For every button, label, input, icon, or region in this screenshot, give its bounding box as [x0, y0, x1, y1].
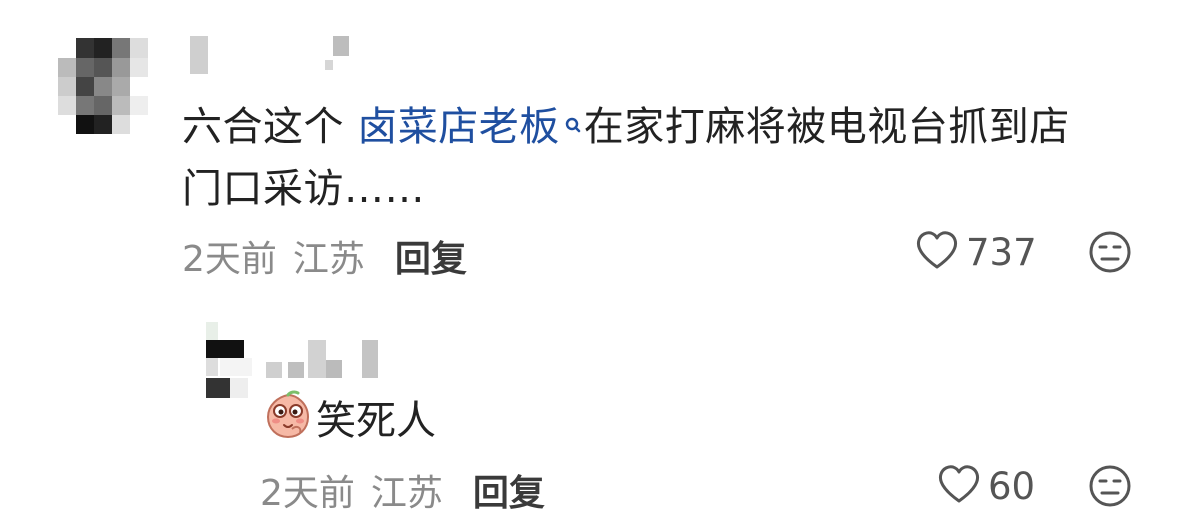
reply-username[interactable]	[264, 338, 384, 382]
reply-content: 笑死人	[262, 388, 436, 446]
heart-outline-icon[interactable]	[936, 463, 982, 509]
reply-meta: 2天前 江苏 回复	[260, 464, 545, 516]
reply-dislike-button[interactable]	[1088, 464, 1132, 512]
comment-dislike-button[interactable]	[1088, 230, 1132, 278]
peach-laughing-sticker	[262, 389, 314, 445]
reply-time: 2天前	[260, 473, 355, 514]
meh-face-icon[interactable]	[1088, 465, 1132, 512]
reply-avatar[interactable]	[206, 322, 252, 400]
comment-location: 江苏	[292, 239, 365, 280]
search-icon[interactable]	[564, 96, 582, 158]
search-tag-label[interactable]: 卤菜店老板	[357, 104, 560, 150]
comment-time: 2天前	[182, 239, 277, 280]
reply-like-button[interactable]: 60	[936, 462, 1035, 510]
comment-username[interactable]	[190, 36, 370, 76]
comment-like-count: 737	[966, 230, 1037, 274]
reply-like-count: 60	[988, 464, 1036, 508]
comment-reply-button[interactable]: 回复	[395, 230, 467, 282]
comment-like-button[interactable]: 737	[914, 228, 1037, 276]
comment-text: 六合这个 卤菜店老板 在家打麻将被电视台抓到店门口采访……	[182, 96, 1172, 220]
reply-reply-button[interactable]: 回复	[473, 464, 545, 516]
comment-text-part2: 在家打麻将被电视台抓到店	[583, 104, 1070, 150]
comment-avatar[interactable]	[58, 38, 150, 134]
comment-meta: 2天前 江苏 回复	[182, 230, 467, 282]
heart-outline-icon[interactable]	[914, 229, 960, 275]
search-tag-link[interactable]: 卤菜店老板	[357, 104, 584, 150]
reply-text: 笑死人	[316, 398, 436, 444]
meh-face-icon[interactable]	[1088, 231, 1132, 278]
reply-location: 江苏	[370, 473, 443, 514]
comment-text-line2: 门口采访……	[182, 166, 425, 212]
comment-text-part1: 六合这个	[182, 104, 358, 150]
